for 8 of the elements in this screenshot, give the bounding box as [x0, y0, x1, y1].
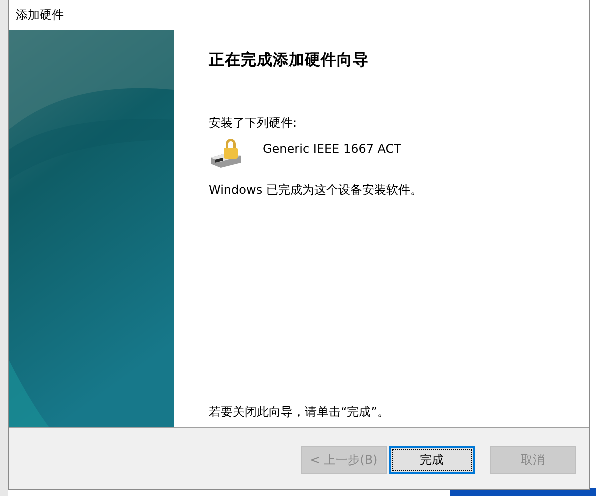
window-title: 添加硬件: [16, 6, 64, 24]
completion-message: Windows 已完成为这个设备安装软件。: [209, 182, 424, 199]
device-name: Generic IEEE 1667 ACT: [263, 142, 402, 156]
wizard-heading: 正在完成添加硬件向导: [209, 50, 370, 71]
close-instruction: 若要关闭此向导，请单击“完成”。: [209, 404, 390, 421]
usb-drive-lock-icon: [209, 136, 243, 168]
wizard-button[interactable]: 完成: [389, 446, 475, 474]
installed-label: 安装了下列硬件:: [209, 115, 298, 132]
